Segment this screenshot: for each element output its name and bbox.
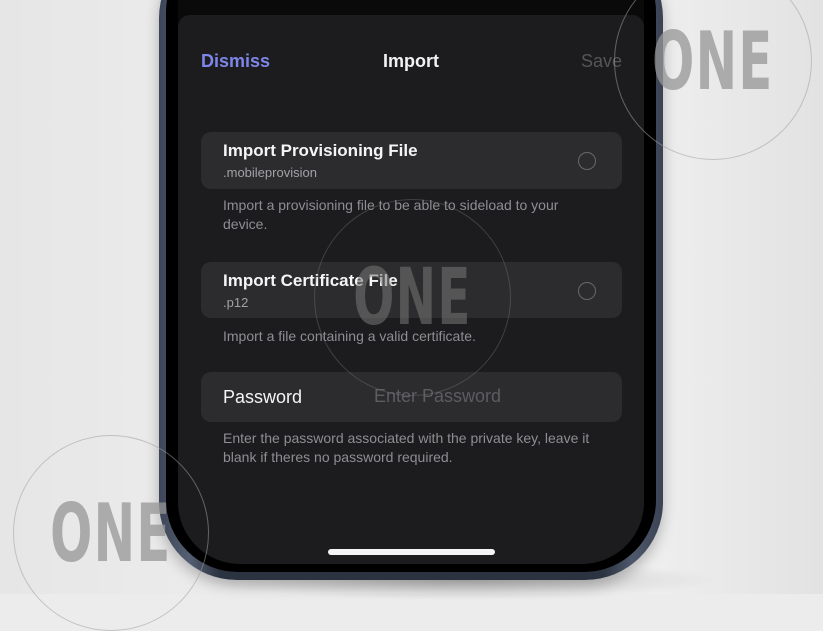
provisioning-radio-icon[interactable] — [578, 152, 596, 170]
provisioning-extension: .mobileprovision — [223, 165, 317, 180]
import-sheet: Dismiss Import Save Import Provisioning … — [178, 15, 644, 564]
provisioning-footnote: Import a provisioning file to be able to… — [223, 197, 559, 232]
provisioning-title: Import Provisioning File — [223, 141, 418, 160]
save-button[interactable]: Save — [581, 51, 622, 72]
certificate-footnote: Import a file containing a valid certifi… — [223, 328, 476, 344]
password-footnote: Enter the password associated with the p… — [223, 430, 590, 465]
password-row: Password — [201, 372, 622, 422]
password-label: Password — [223, 387, 303, 407]
certificate-title: Import Certificate File — [223, 271, 398, 290]
import-provisioning-row[interactable]: Import Provisioning File .mobileprovisio… — [201, 132, 622, 189]
import-certificate-row[interactable]: Import Certificate File .p12 — [201, 262, 622, 318]
certificate-radio-icon[interactable] — [578, 282, 596, 300]
password-input[interactable] — [374, 380, 594, 412]
page-title: Import — [383, 51, 439, 71]
home-indicator — [328, 549, 495, 555]
phone-screen: Dismiss Import Save Import Provisioning … — [178, 0, 644, 564]
certificate-extension: .p12 — [223, 295, 249, 310]
